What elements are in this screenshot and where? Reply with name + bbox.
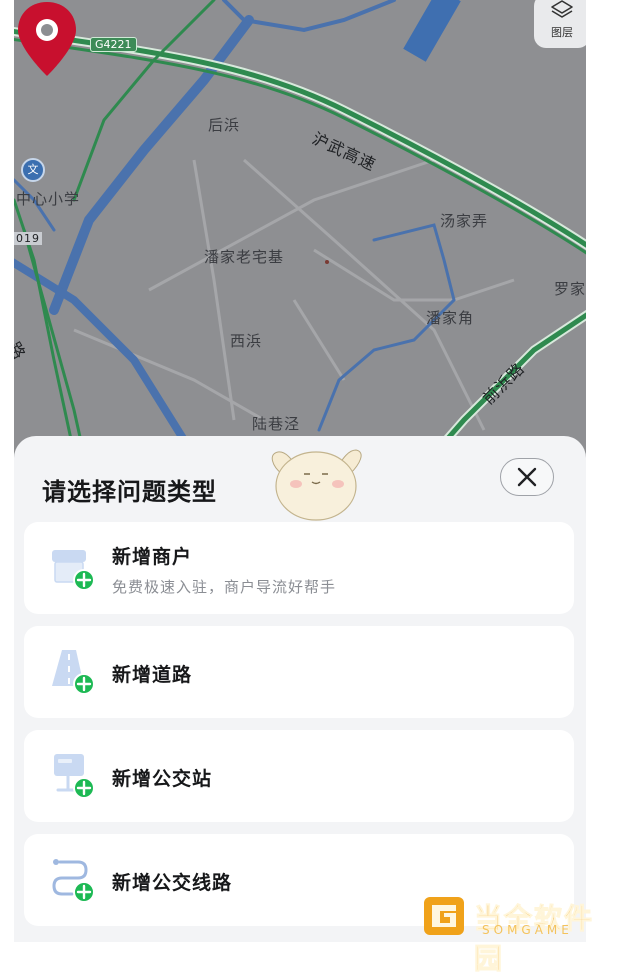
mascot-icon — [271, 449, 362, 521]
option-add-road[interactable]: 新增道路 — [24, 626, 574, 718]
road-code-label: 019 — [14, 232, 42, 245]
layers-label: 图层 — [551, 26, 573, 39]
bus-route-add-icon — [52, 859, 95, 903]
layers-icon — [551, 0, 573, 18]
road-add-icon — [52, 650, 95, 695]
merchant-add-icon — [52, 550, 95, 591]
place-label-panjiajiao: 潘家角 — [426, 309, 475, 327]
place-label-panjia-cemetery: 潘家老宅基 — [204, 248, 285, 266]
option-add-merchant[interactable]: 新增商户 免费极速入驻，商户导流好帮手 — [24, 522, 574, 614]
option-title: 新增道路 — [112, 664, 193, 686]
location-pin-icon[interactable] — [14, 0, 80, 80]
option-add-bus-stop[interactable]: 新增公交站 — [24, 730, 574, 822]
place-label-school[interactable]: 中心小学 — [16, 188, 80, 209]
watermark-logo-icon — [424, 897, 464, 935]
option-title: 新增商户 — [112, 546, 193, 568]
place-label-luxiangjing: 陆巷泾 — [252, 415, 301, 433]
bus-stop-add-icon — [54, 754, 95, 799]
option-subtitle: 免费极速入驻，商户导流好帮手 — [112, 578, 337, 596]
watermark: 当全软件园 SOMGAME — [424, 893, 620, 976]
place-label-xibang: 西浜 — [230, 332, 263, 350]
option-title: 新增公交线路 — [112, 872, 233, 894]
issue-type-sheet: 请选择问题类型 新增商户 免费极速入驻，商户导流好帮手 新增道路 新增公交站 新… — [14, 436, 586, 942]
option-title: 新增公交站 — [112, 768, 213, 790]
place-label-houbang: 后浜 — [208, 116, 241, 134]
close-button[interactable] — [500, 458, 554, 496]
close-icon — [517, 467, 537, 487]
watermark-subtext: SOMGAME — [482, 923, 573, 937]
place-label-luojia: 罗家 — [554, 280, 586, 298]
sheet-title: 请选择问题类型 — [42, 478, 217, 506]
water-body — [403, 0, 461, 62]
layers-button[interactable]: 图层 — [534, 0, 586, 48]
map-view[interactable]: G4221 后浜 沪武高速 文 中心小学 汤家弄 潘家老宅基 罗家 019 西浜… — [14, 0, 586, 500]
place-label-tangjianong: 汤家弄 — [440, 212, 489, 230]
school-icon[interactable]: 文 — [21, 158, 45, 182]
highway-shield: G4221 — [90, 37, 137, 52]
watermark-text: 当全软件园 — [474, 902, 595, 976]
